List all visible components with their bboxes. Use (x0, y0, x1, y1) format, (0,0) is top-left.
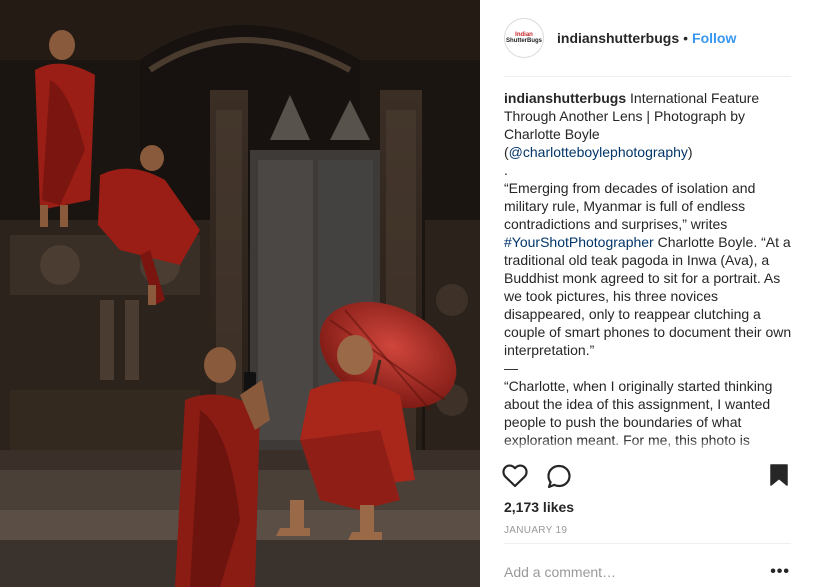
caption-author-link[interactable]: indianshutterbugs (504, 90, 626, 106)
header-divider (504, 76, 791, 77)
caption-fade (504, 439, 794, 453)
mention-link[interactable]: @charlotteboylephotography (509, 144, 688, 160)
action-bar (502, 464, 792, 492)
paren-close: ) (687, 144, 693, 160)
username-link[interactable]: indianshutterbugs (557, 30, 679, 46)
caption-dot-line: . (504, 162, 508, 178)
comment-input[interactable] (504, 561, 754, 583)
post-header: Indian ShutterBugs indianshutterbugs • F… (504, 16, 794, 60)
caption-mention-line: (@charlotteboylephotography) (504, 143, 794, 161)
comment-button[interactable] (546, 464, 572, 495)
header-separator: • (683, 30, 689, 46)
avatar-logo-line2: ShutterBugs (506, 38, 542, 44)
comment-divider (504, 543, 791, 544)
follow-button[interactable]: Follow (692, 30, 736, 46)
caption-dash-line: — (504, 360, 518, 376)
caption-para1-b: Charlotte Boyle. “At a traditional old t… (504, 234, 792, 358)
caption-para1-a: “Emerging from decades of isolation and … (504, 180, 756, 232)
save-button[interactable] (770, 464, 788, 491)
heart-icon (502, 464, 528, 488)
comment-icon (547, 464, 571, 489)
post-date[interactable]: JANUARY 19 (504, 525, 567, 536)
caption-intro: indianshutterbugs International Feature … (504, 89, 794, 143)
caption: indianshutterbugs International Feature … (504, 89, 794, 453)
bookmark-icon (770, 464, 788, 486)
caption-paragraph-1: “Emerging from decades of isolation and … (504, 179, 794, 359)
post-side-panel: Indian ShutterBugs indianshutterbugs • F… (480, 0, 815, 587)
hashtag-link[interactable]: #YourShotPhotographer (504, 234, 654, 250)
likes-count[interactable]: 2,173 likes (504, 499, 574, 515)
post-photo[interactable] (0, 0, 480, 587)
more-options-button[interactable]: ••• (770, 563, 790, 581)
like-button[interactable] (502, 464, 528, 493)
photo-illustration (0, 0, 480, 587)
comment-row: ••• (504, 557, 794, 585)
avatar-logo: Indian ShutterBugs (506, 32, 542, 44)
avatar[interactable]: Indian ShutterBugs (504, 18, 544, 58)
